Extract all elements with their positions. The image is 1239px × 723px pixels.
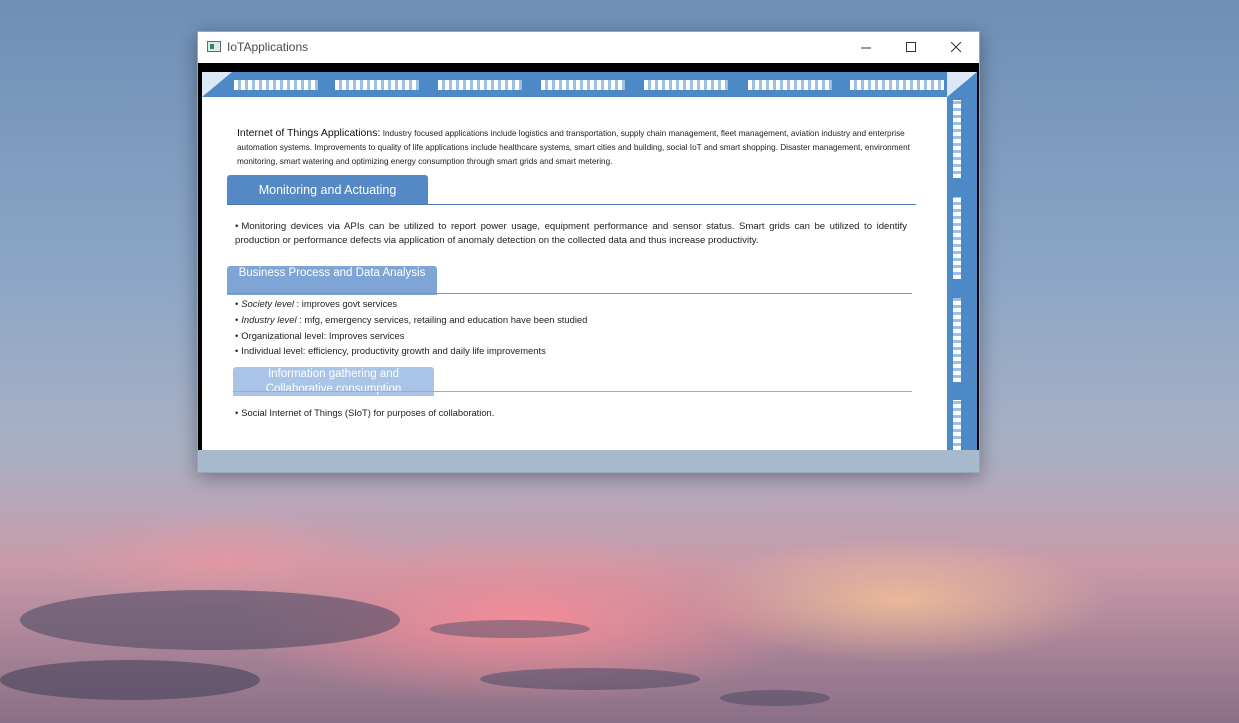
bullet-item: • Industry level : mfg, emergency service…	[235, 314, 588, 325]
close-button[interactable]	[934, 32, 979, 63]
bullet-item: • Monitoring devices via APIs can be util…	[235, 221, 907, 246]
intro-heading: Internet of Things Applications:	[237, 127, 381, 139]
section-tab-business: Business Process and Data Analysis	[227, 266, 437, 295]
bullet-item: • Organizational level: Improves services	[235, 330, 405, 341]
bullet-item: • Individual level: efficiency, productiv…	[235, 345, 546, 356]
section-title: Monitoring and Actuating	[258, 183, 397, 197]
app-icon	[207, 41, 221, 52]
minimize-button[interactable]	[844, 32, 889, 63]
section-divider	[233, 391, 912, 392]
section-title: Business Process and Data Analysis	[238, 267, 426, 279]
bullet-item: • Society level : improves govt services	[235, 298, 398, 309]
content-area: Internet of Things Applications: Industr…	[198, 63, 979, 450]
app-window: IoTApplications Internet of Things Appli…	[197, 31, 980, 473]
title-bar[interactable]: IoTApplications	[198, 32, 979, 63]
minimize-icon	[861, 47, 871, 49]
window-title: IoTApplications	[227, 40, 309, 54]
maximize-button[interactable]	[889, 32, 934, 63]
window-bottom-area	[198, 450, 979, 472]
maximize-icon	[906, 42, 916, 52]
slide-top-banner	[202, 72, 977, 97]
section-divider	[227, 204, 916, 205]
slide-right-banner	[947, 72, 977, 450]
slide-image: Internet of Things Applications: Industr…	[202, 72, 977, 450]
section-divider	[227, 293, 912, 294]
intro-paragraph: Internet of Things Applications: Industr…	[237, 126, 937, 169]
section-tab-monitoring: Monitoring and Actuating	[227, 175, 428, 205]
close-icon	[951, 42, 962, 53]
bullet-item: • Social Internet of Things (SIoT) for pu…	[235, 407, 495, 418]
